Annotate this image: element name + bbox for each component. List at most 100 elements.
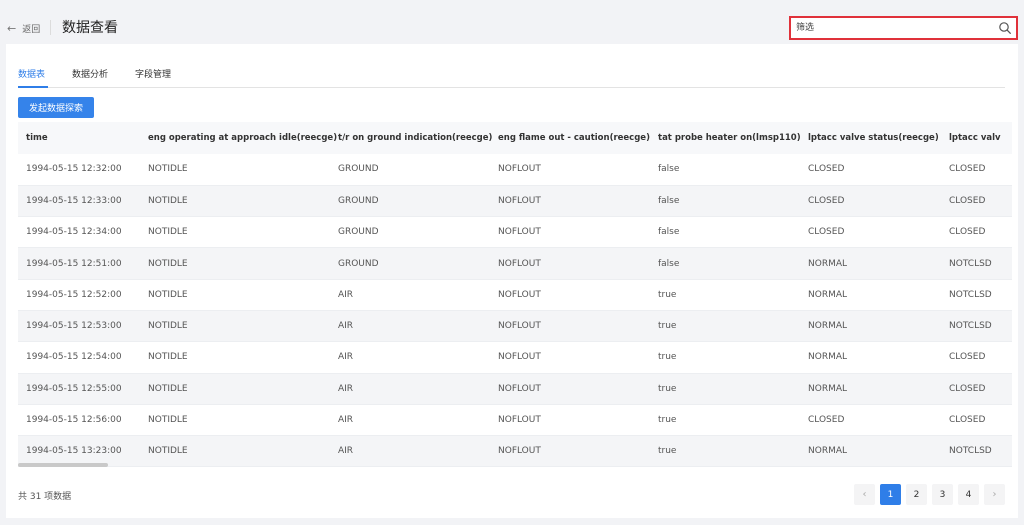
- table-row[interactable]: 1994-05-15 12:56:00 NOTIDLE AIR NOFLOUT true…: [18, 404, 1012, 436]
- back-label: 返回: [22, 24, 41, 35]
- table-cell: NORMAL: [808, 321, 848, 332]
- table-cell: NORMAL: [808, 258, 848, 269]
- table-cell: GROUND: [338, 164, 379, 175]
- table-cell: false: [658, 258, 680, 269]
- column-header: time: [26, 133, 48, 143]
- table-row[interactable]: 1994-05-15 12:53:00 NOTIDLE AIR NOFLOUT true…: [18, 310, 1012, 342]
- table-row[interactable]: 1994-05-15 12:32:00 NOTIDLE GROUND NOFLOUT f…: [18, 154, 1012, 186]
- table-cell: NOFLOUT: [498, 164, 541, 175]
- table-cell: GROUND: [338, 258, 379, 269]
- table-cell: NOFLOUT: [498, 227, 541, 238]
- main-card: 数据表 数据分析 字段管理 发起数据探索 time eng operating a…: [6, 44, 1018, 518]
- table-cell: false: [658, 164, 680, 175]
- tab-field-management[interactable]: 字段管理: [135, 67, 171, 80]
- table-cell: NOFLOUT: [498, 289, 541, 300]
- page-title: 数据查看: [62, 20, 118, 36]
- table-row[interactable]: 1994-05-15 12:51:00 NOTIDLE GROUND NOFLOUT f…: [18, 247, 1012, 280]
- table-row[interactable]: 1994-05-15 12:55:00 NOTIDLE AIR NOFLOUT true…: [18, 373, 1012, 405]
- table-cell: NORMAL: [808, 352, 848, 363]
- table-cell: NOFLOUT: [498, 383, 541, 394]
- table-cell: NOTCLSD: [949, 321, 992, 332]
- back-button[interactable]: ← 返回: [7, 21, 40, 35]
- table-cell: NORMAL: [808, 289, 848, 300]
- table-cell: NOTIDLE: [148, 321, 188, 332]
- table-header-row: time eng operating at approach idle(reecg…: [18, 122, 1012, 154]
- table-cell: NORMAL: [808, 383, 848, 394]
- table-cell: true: [658, 352, 677, 363]
- table-cell: AIR: [338, 289, 354, 300]
- filter-input[interactable]: [791, 18, 991, 38]
- column-header: t/r on ground indication(reecge): [338, 133, 493, 143]
- column-header: eng flame out - caution(reecge): [498, 133, 650, 143]
- table-cell: NOTIDLE: [148, 258, 188, 269]
- table-cell: CLOSED: [808, 415, 845, 426]
- table-cell: false: [658, 227, 680, 238]
- search-icon[interactable]: [998, 21, 1012, 35]
- table-row[interactable]: 1994-05-15 12:34:00 NOTIDLE GROUND NOFLOUT f…: [18, 217, 1012, 248]
- data-table: time eng operating at approach idle(reecg…: [18, 122, 1012, 467]
- active-tab-indicator: [18, 86, 48, 88]
- page-button-4[interactable]: 4: [958, 484, 979, 505]
- filter-search-box[interactable]: [789, 16, 1018, 40]
- table-cell: NOTIDLE: [148, 164, 188, 175]
- table-cell: 1994-05-15 12:34:00: [26, 227, 122, 238]
- table-cell: NOTCLSD: [949, 289, 992, 300]
- next-page-button[interactable]: ›: [984, 484, 1005, 505]
- column-header: lptacc valv: [949, 133, 1001, 143]
- table-cell: true: [658, 321, 677, 332]
- header-divider: [50, 20, 51, 35]
- table-cell: NOTIDLE: [148, 383, 188, 394]
- table-cell: CLOSED: [949, 195, 986, 206]
- table-row[interactable]: 1994-05-15 12:54:00 NOTIDLE AIR NOFLOUT true…: [18, 342, 1012, 374]
- table-cell: NOFLOUT: [498, 321, 541, 332]
- tab-data-table[interactable]: 数据表: [18, 67, 45, 80]
- table-cell: CLOSED: [949, 415, 986, 426]
- table-cell: NOTIDLE: [148, 446, 188, 457]
- table-cell: NOTCLSD: [949, 258, 992, 269]
- table-row[interactable]: 1994-05-15 12:33:00 NOTIDLE GROUND NOFLOUT f…: [18, 185, 1012, 217]
- table-cell: NOFLOUT: [498, 195, 541, 206]
- table-cell: AIR: [338, 415, 354, 426]
- page-button-2[interactable]: 2: [906, 484, 927, 505]
- table-cell: 1994-05-15 12:56:00: [26, 415, 122, 426]
- start-data-exploration-button[interactable]: 发起数据探索: [18, 97, 94, 118]
- table-cell: false: [658, 195, 680, 206]
- chevron-right-icon: ›: [992, 489, 997, 500]
- table-cell: AIR: [338, 321, 354, 332]
- table-row[interactable]: 1994-05-15 12:52:00 NOTIDLE AIR NOFLOUT true…: [18, 279, 1012, 311]
- table-cell: NORMAL: [808, 446, 848, 457]
- table-cell: NOTIDLE: [148, 352, 188, 363]
- table-cell: 1994-05-15 12:55:00: [26, 383, 122, 394]
- table-cell: NOTIDLE: [148, 289, 188, 300]
- table-body: 1994-05-15 12:32:00 NOTIDLE GROUND NOFLOUT f…: [18, 154, 1012, 467]
- column-header: lptacc valve status(reecge): [808, 133, 939, 143]
- page-button-3[interactable]: 3: [932, 484, 953, 505]
- table-cell: 1994-05-15 12:51:00: [26, 258, 122, 269]
- table-cell: AIR: [338, 352, 354, 363]
- table-cell: NOFLOUT: [498, 446, 541, 457]
- column-header: eng operating at approach idle(reecge): [148, 133, 338, 143]
- table-cell: true: [658, 415, 677, 426]
- table-cell: GROUND: [338, 195, 379, 206]
- table-cell: 1994-05-15 12:52:00: [26, 289, 122, 300]
- page-button-1[interactable]: 1: [880, 484, 901, 505]
- horizontal-scrollbar[interactable]: [18, 463, 108, 467]
- table-cell: NOFLOUT: [498, 415, 541, 426]
- tab-bar: 数据表 数据分析 字段管理: [18, 66, 1005, 88]
- table-cell: 1994-05-15 12:53:00: [26, 321, 122, 332]
- table-cell: CLOSED: [949, 352, 986, 363]
- prev-page-button[interactable]: ‹: [854, 484, 875, 505]
- table-cell: CLOSED: [808, 227, 845, 238]
- tab-data-analysis[interactable]: 数据分析: [72, 67, 108, 80]
- table-cell: GROUND: [338, 227, 379, 238]
- table-cell: AIR: [338, 383, 354, 394]
- chevron-left-icon: ‹: [862, 489, 867, 500]
- table-cell: 1994-05-15 12:54:00: [26, 352, 122, 363]
- table-cell: true: [658, 383, 677, 394]
- table-row[interactable]: 1994-05-15 13:23:00 NOTIDLE AIR NOFLOUT true…: [18, 435, 1012, 467]
- table-cell: NOFLOUT: [498, 352, 541, 363]
- data-table-container[interactable]: time eng operating at approach idle(reecg…: [18, 122, 1012, 468]
- table-cell: NOFLOUT: [498, 258, 541, 269]
- total-count: 共 31 项数据: [18, 492, 72, 502]
- table-cell: CLOSED: [949, 227, 986, 238]
